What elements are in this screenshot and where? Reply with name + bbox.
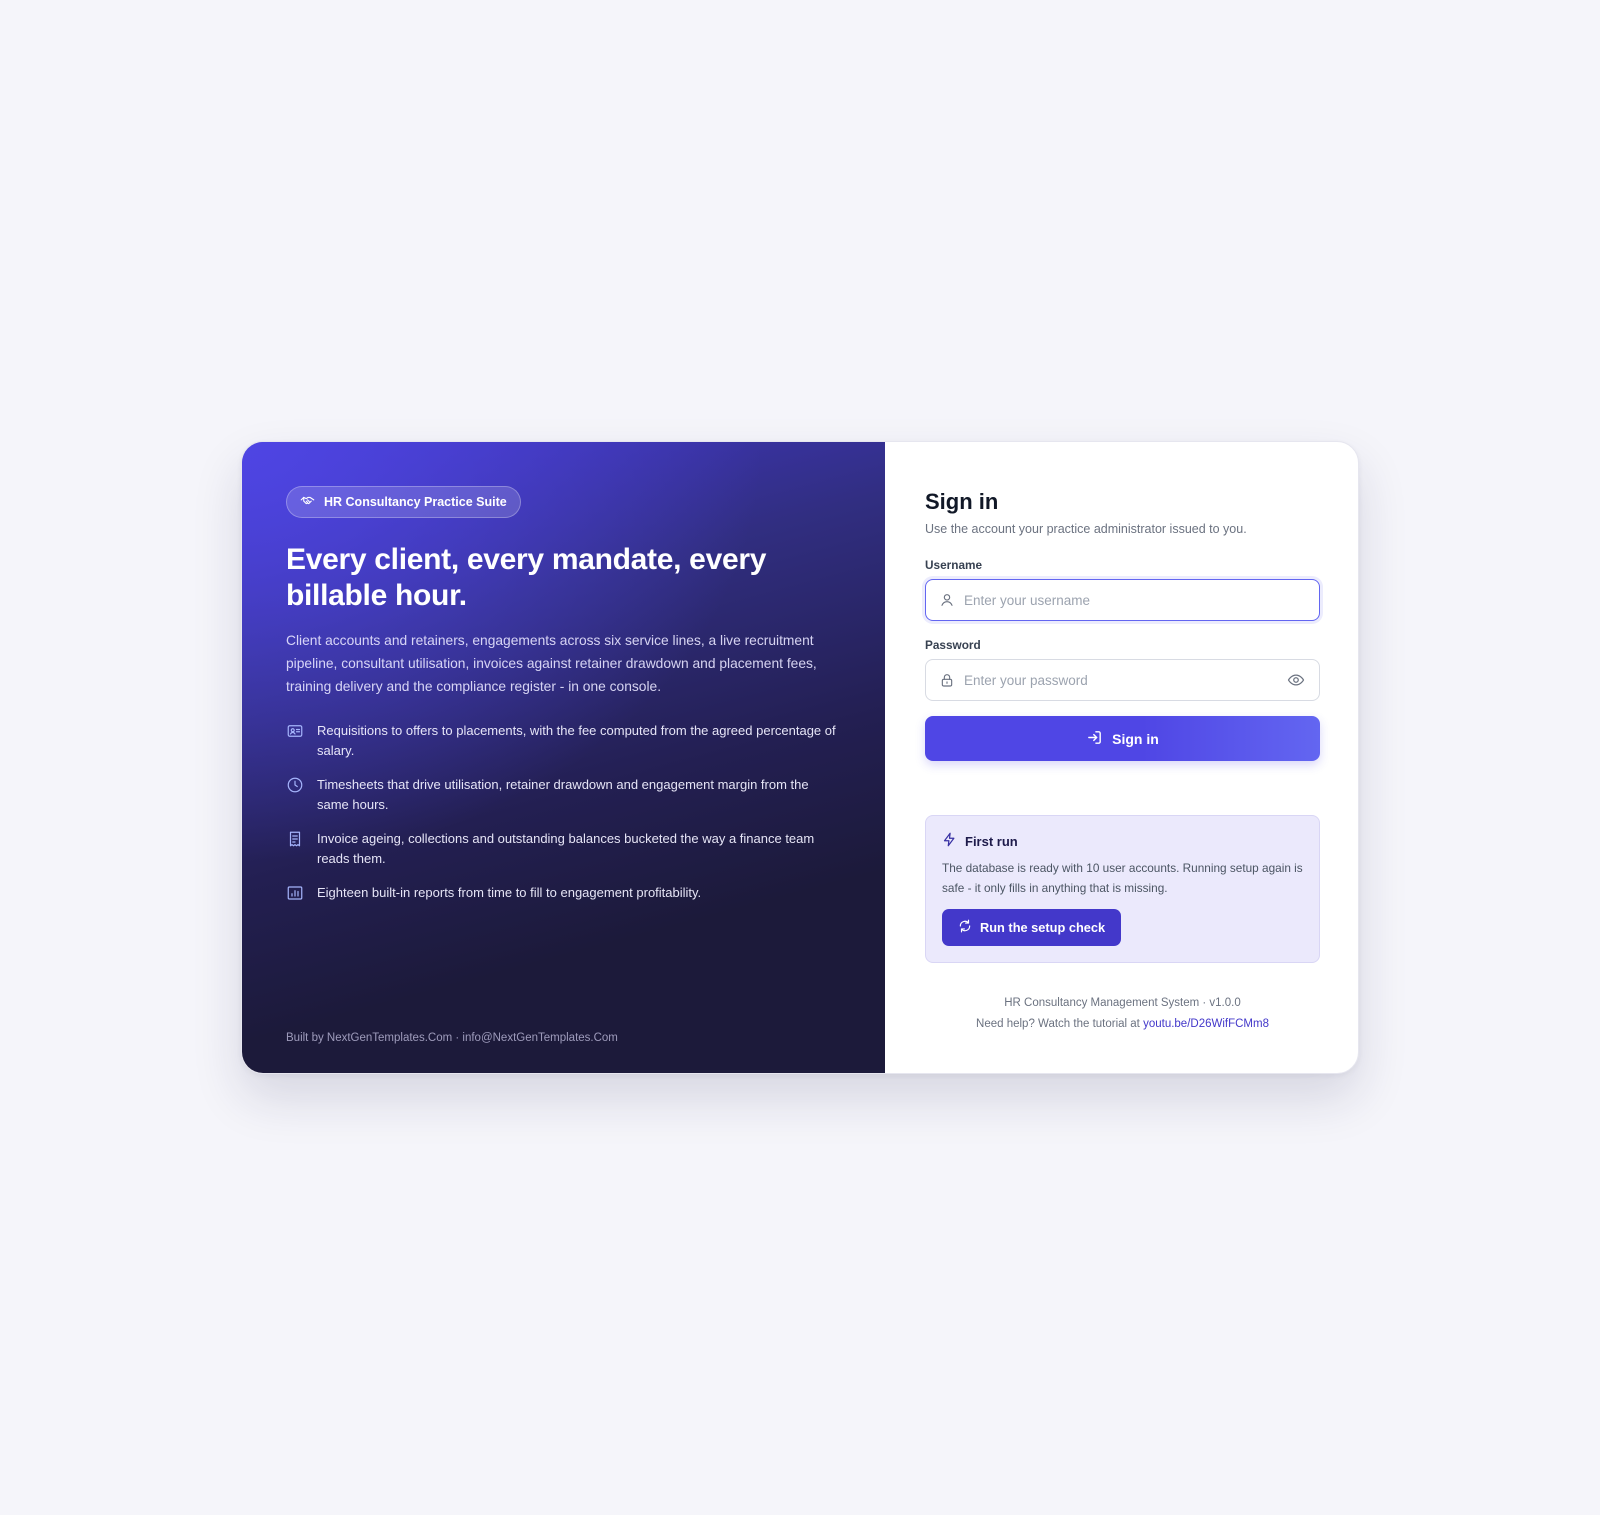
signin-subtitle: Use the account your practice administra… bbox=[925, 522, 1247, 536]
handshake-icon bbox=[300, 493, 315, 511]
feature-list: Requisitions to offers to placements, wi… bbox=[286, 721, 841, 903]
signin-panel: Sign in Use the account your practice ad… bbox=[885, 442, 1358, 1073]
tutorial-link[interactable]: youtu.be/D26WifFCMm8 bbox=[1143, 1018, 1269, 1030]
feature-text: Eighteen built-in reports from time to f… bbox=[317, 885, 702, 900]
refresh-icon bbox=[958, 919, 972, 936]
first-run-text: The database is ready with 10 user accou… bbox=[942, 861, 1303, 895]
help-prefix: Need help? Watch the tutorial at bbox=[976, 1018, 1144, 1030]
eye-icon[interactable] bbox=[1287, 671, 1307, 691]
clock-icon bbox=[286, 776, 304, 794]
hero-description: Client accounts and retainers, engagemen… bbox=[286, 633, 817, 694]
receipt-icon bbox=[286, 830, 304, 848]
run-setup-check-label: Run the setup check bbox=[980, 920, 1106, 935]
feature-text: Invoice ageing, collections and outstand… bbox=[317, 831, 815, 866]
first-run-title: First run bbox=[965, 833, 1018, 849]
hero-panel: HR Consultancy Practice Suite Every clie… bbox=[242, 442, 885, 1073]
feature-text: Timesheets that drive utilisation, retai… bbox=[317, 777, 809, 812]
login-card: HR Consultancy Practice Suite Every clie… bbox=[241, 441, 1359, 1074]
sign-in-icon bbox=[1086, 729, 1103, 749]
hero-title: Every client, every mandate, every billa… bbox=[286, 543, 767, 612]
id-card-icon bbox=[286, 722, 304, 740]
hero-footer: Built by NextGenTemplates.Com · info@Nex… bbox=[286, 1032, 618, 1044]
signin-title: Sign in bbox=[925, 489, 999, 514]
feature-text: Requisitions to offers to placements, wi… bbox=[317, 723, 836, 758]
sign-in-button-label: Sign in bbox=[1112, 730, 1159, 747]
version-line: HR Consultancy Management System · v1.0.… bbox=[1004, 997, 1241, 1009]
first-run-header: First run bbox=[942, 832, 1303, 850]
app-meta: HR Consultancy Management System · v1.0.… bbox=[925, 993, 1320, 1035]
username-label: Username bbox=[925, 558, 983, 572]
username-field-wrapper bbox=[925, 579, 1320, 621]
password-field-wrapper bbox=[925, 659, 1320, 701]
password-input[interactable] bbox=[926, 660, 1319, 700]
feature-item: Requisitions to offers to placements, wi… bbox=[286, 721, 841, 761]
run-setup-check-button[interactable]: Run the setup check bbox=[942, 909, 1122, 946]
feature-item: Timesheets that drive utilisation, retai… bbox=[286, 775, 841, 815]
sign-in-button[interactable]: Sign in bbox=[925, 716, 1320, 761]
feature-item: Invoice ageing, collections and outstand… bbox=[286, 829, 841, 869]
username-input[interactable] bbox=[926, 580, 1319, 620]
first-run-panel: First run The database is ready with 10 … bbox=[925, 815, 1320, 963]
user-icon bbox=[939, 592, 955, 608]
password-label: Password bbox=[925, 638, 981, 652]
help-line: Need help? Watch the tutorial at youtu.b… bbox=[925, 1014, 1320, 1035]
bar-chart-icon bbox=[286, 884, 304, 902]
feature-item: Eighteen built-in reports from time to f… bbox=[286, 883, 841, 903]
product-badge: HR Consultancy Practice Suite bbox=[286, 486, 521, 518]
lightning-icon bbox=[942, 832, 957, 850]
product-badge-label: HR Consultancy Practice Suite bbox=[324, 495, 507, 509]
lock-icon bbox=[939, 672, 955, 688]
